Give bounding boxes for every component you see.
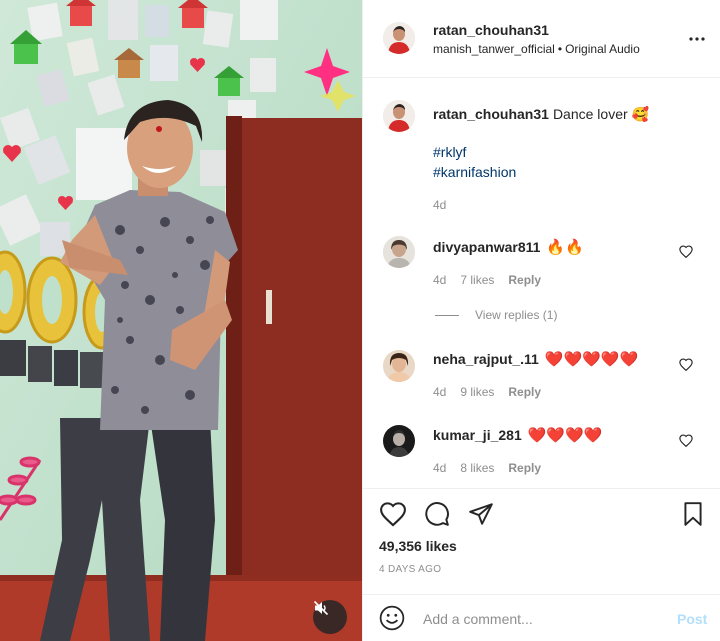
comment-text: ❤️❤️❤️❤️❤️ [544, 351, 639, 368]
comment-line: kumar_ji_281 ❤️❤️❤️❤️ [433, 426, 602, 444]
reply-button[interactable]: Reply [508, 461, 541, 475]
view-replies-button[interactable]: View replies (1) [435, 308, 557, 322]
comment-line: divyapanwar811 🔥🔥 [433, 238, 584, 256]
caption-time: 4d [433, 198, 447, 212]
caption-text: Dance lover 🥰 [552, 106, 649, 122]
reply-button[interactable]: Reply [508, 273, 541, 287]
audio-label-link[interactable]: Original Audio [565, 42, 640, 56]
comment-time: 4d [433, 461, 447, 475]
comment-time: 4d [433, 273, 447, 287]
avatar[interactable] [383, 350, 415, 382]
hashtag-rklyf[interactable]: #rklyf [433, 144, 466, 160]
avatar[interactable] [383, 236, 415, 268]
avatar[interactable] [383, 100, 415, 132]
post-details-panel: ratan_chouhan31 manish_tanwer_official • O… [362, 0, 720, 641]
comment-line: neha_rajput_.11 ❤️❤️❤️❤️❤️ [433, 350, 638, 368]
post-timestamp: 4 DAYS AGO [379, 564, 442, 575]
comment-meta: 4d 7 likes Reply [433, 273, 555, 287]
like-comment-heart-icon[interactable] [679, 245, 693, 263]
save-bookmark-icon[interactable] [681, 501, 705, 532]
comment-likes[interactable]: 8 likes [460, 461, 494, 475]
comment-time: 4d [433, 385, 447, 399]
post-video[interactable] [0, 0, 362, 641]
like-heart-icon[interactable] [379, 501, 407, 532]
more-options-icon[interactable] [689, 28, 705, 42]
like-comment-heart-icon[interactable] [679, 358, 693, 376]
post-author-username[interactable]: ratan_chouhan31 [433, 22, 549, 38]
comment-likes[interactable]: 7 likes [460, 273, 494, 287]
replies-divider [435, 315, 459, 317]
comment-likes[interactable]: 9 likes [460, 385, 494, 399]
caption-username[interactable]: ratan_chouhan31 [433, 106, 549, 122]
like-comment-heart-icon[interactable] [679, 434, 693, 452]
likes-count[interactable]: 49,356 likes [379, 538, 457, 554]
audio-info: manish_tanwer_official • Original Audio [433, 42, 640, 56]
view-replies-label: View replies (1) [475, 308, 558, 322]
comment-username[interactable]: kumar_ji_281 [433, 427, 522, 443]
comment-meta: 4d 9 likes Reply [433, 385, 555, 399]
comment-bubble-icon[interactable] [423, 501, 451, 532]
separator-dot: • [557, 42, 563, 56]
post-comment-button[interactable]: Post [677, 611, 707, 627]
share-paper-plane-icon[interactable] [467, 501, 495, 532]
caption-line: ratan_chouhan31 Dance lover 🥰 [433, 106, 649, 123]
reply-button[interactable]: Reply [508, 385, 541, 399]
comment-username[interactable]: neha_rajput_.11 [433, 351, 539, 367]
mute-button[interactable] [313, 600, 347, 634]
comment-meta: 4d 8 likes Reply [433, 461, 555, 475]
comment-text: ❤️❤️❤️❤️ [527, 427, 603, 444]
comment-text: 🔥🔥 [546, 239, 584, 256]
comment-username[interactable]: divyapanwar811 [433, 239, 540, 255]
add-comment-input[interactable] [423, 607, 653, 631]
audio-author-link[interactable]: manish_tanwer_official [433, 42, 555, 56]
video-frame [0, 0, 362, 641]
post-header: ratan_chouhan31 manish_tanwer_official • O… [363, 0, 720, 78]
emoji-icon[interactable] [379, 605, 405, 636]
hashtag-karnifashion[interactable]: #karnifashion [433, 164, 516, 180]
avatar[interactable] [383, 22, 415, 54]
add-comment-bar: Post [363, 594, 720, 641]
avatar[interactable] [383, 425, 415, 457]
